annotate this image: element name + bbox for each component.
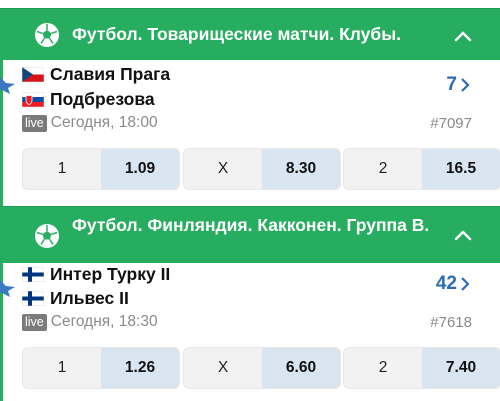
match-meta: live Сегодня, 18:30 xyxy=(22,312,158,332)
chevron-up-icon[interactable] xyxy=(454,229,472,241)
league-title: Футбол. Товарищеские матчи. Клубы. xyxy=(72,24,402,44)
team-2-row: Ильвес II xyxy=(22,287,129,309)
odds-button-1[interactable]: 1 1.09 xyxy=(23,149,179,189)
finland-flag-icon xyxy=(22,290,44,306)
odds-button-x[interactable]: X 6.60 xyxy=(184,348,340,388)
more-bets-count: 7 xyxy=(446,74,457,95)
more-bets-link[interactable]: 7 xyxy=(446,74,470,96)
odds-label: X xyxy=(217,359,229,376)
match-meta: live Сегодня, 18:00 xyxy=(22,113,158,133)
more-bets-link[interactable]: 42 xyxy=(436,273,470,295)
team-1-row: Интер Турку II xyxy=(22,263,170,285)
team-1-row: Славия Прага xyxy=(22,63,170,85)
odds-value: 8.30 xyxy=(262,149,340,189)
odds-label: X xyxy=(217,160,229,177)
odds-value: 1.26 xyxy=(101,348,179,388)
soccer-ball-icon xyxy=(35,224,59,248)
live-badge: live xyxy=(22,313,47,331)
odds-value: 7.40 xyxy=(422,348,500,388)
chevron-right-icon xyxy=(461,78,470,92)
favorite-star-icon[interactable] xyxy=(0,278,16,298)
match-section-1: Футбол. Товарищеские матчи. Клубы. Слави… xyxy=(0,0,500,206)
live-badge: live xyxy=(22,114,47,132)
team-2-name: Ильвес II xyxy=(50,287,129,308)
finland-flag-icon xyxy=(22,266,44,282)
chevron-up-icon[interactable] xyxy=(454,30,472,42)
soccer-ball-icon xyxy=(35,23,59,47)
odds-label: 1 xyxy=(57,160,67,177)
odds-button-1[interactable]: 1 1.26 xyxy=(23,348,179,388)
odds-label: 2 xyxy=(378,359,388,376)
odds-button-2[interactable]: 2 7.40 xyxy=(344,348,500,388)
team-1-name: Интер Турку II xyxy=(50,263,171,284)
match-time: Сегодня, 18:30 xyxy=(50,313,158,330)
czech-flag-icon xyxy=(22,66,44,82)
odds-button-x[interactable]: X 8.30 xyxy=(184,149,340,189)
league-title: Футбол. Финляндия. Какконен. Группа B. xyxy=(72,215,430,235)
odds-label: 2 xyxy=(378,160,388,177)
league-header[interactable]: Футбол. Товарищеские матчи. Клубы. xyxy=(0,8,500,60)
team-2-name: Подбрезова xyxy=(50,88,155,109)
team-1-name: Славия Прага xyxy=(50,63,171,84)
favorite-star-icon[interactable] xyxy=(0,75,16,95)
slovakia-flag-icon xyxy=(22,91,44,107)
odds-value: 6.60 xyxy=(262,348,340,388)
match-section-2: Футбол. Финляндия. Какконен. Группа B. И… xyxy=(0,206,500,401)
match-id: #7618 xyxy=(430,314,472,331)
chevron-right-icon xyxy=(461,277,470,291)
odds-button-2[interactable]: 2 16.5 xyxy=(344,149,500,189)
odds-label: 1 xyxy=(57,359,67,376)
more-bets-count: 42 xyxy=(435,273,457,294)
league-header[interactable]: Футбол. Финляндия. Какконен. Группа B. xyxy=(0,206,500,263)
match-time: Сегодня, 18:00 xyxy=(50,114,158,131)
team-2-row: Подбрезова xyxy=(22,88,155,110)
match-id: #7097 xyxy=(430,115,472,132)
odds-value: 1.09 xyxy=(101,149,179,189)
odds-value: 16.5 xyxy=(422,149,500,189)
